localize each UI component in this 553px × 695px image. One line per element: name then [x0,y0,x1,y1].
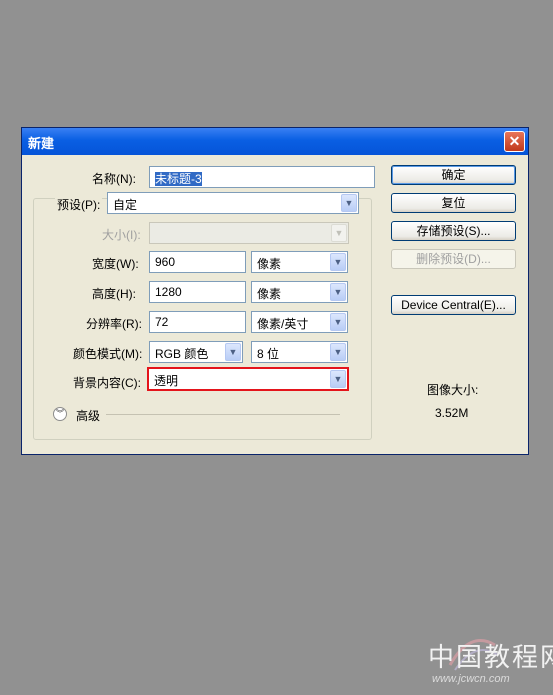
background-value: 透明 [154,374,179,388]
advanced-label[interactable]: 高级 [76,407,100,424]
color-mode-select[interactable]: RGB 颜色 ▼ [149,341,243,363]
chevron-down-icon: ▼ [331,224,347,242]
delete-preset-button[interactable]: 删除预设(D)... [391,249,516,269]
save-preset-button[interactable]: 存储预设(S)... [391,221,516,241]
advanced-divider [106,414,340,415]
title-bar[interactable]: 新建 ✕ [22,128,528,155]
height-unit-value: 像素 [257,287,282,301]
chevron-down-icon: ▼ [330,313,346,331]
new-document-dialog: 新建 ✕ 名称(N): 未标题-3 预设(P): 自定 ▼ 大小(I): ▼ 宽… [21,127,529,455]
preset-select[interactable]: 自定 ▼ [107,192,359,214]
chevron-down-icon: ▼ [330,253,346,271]
resolution-value: 72 [155,315,169,329]
size-label: 大小(I): [102,228,141,242]
color-mode-label: 颜色模式(M): [73,347,143,361]
height-value: 1280 [155,285,182,299]
height-label: 高度(H): [92,287,136,301]
image-size-label: 图像大小: [427,383,479,397]
background-contents-select[interactable]: 透明 ▼ [147,367,349,391]
watermark-site-name: 中国教程网 [428,643,553,673]
close-icon: ✕ [508,133,521,149]
chevron-down-icon: ▼ [330,343,346,361]
name-label: 名称(N): [92,172,136,186]
width-unit-select[interactable]: 像素 ▼ [251,251,348,273]
height-unit-select[interactable]: 像素 ▼ [251,281,348,303]
chevron-down-icon: ▼ [330,283,346,301]
chevron-down-icon: ▼ [330,370,346,388]
background-label: 背景内容(C): [73,376,141,390]
name-value: 未标题-3 [155,172,202,186]
resolution-input[interactable]: 72 [149,311,246,333]
close-button[interactable]: ✕ [504,131,525,152]
device-central-button[interactable]: Device Central(E)... [391,295,516,315]
width-input[interactable]: 960 [149,251,246,273]
watermark-site-url: www.jcwcn.com [432,673,510,685]
name-field[interactable]: 未标题-3 [149,166,375,188]
resolution-label: 分辨率(R): [86,317,142,331]
width-value: 960 [155,255,176,269]
height-input[interactable]: 1280 [149,281,246,303]
bit-depth-select[interactable]: 8 位 ▼ [251,341,348,363]
width-unit-value: 像素 [257,257,282,271]
ok-button[interactable]: 确定 [391,165,516,185]
reset-button[interactable]: 复位 [391,193,516,213]
image-size-value: 3.52M [435,406,469,420]
resolution-unit-select[interactable]: 像素/英寸 ▼ [251,311,348,333]
preset-value: 自定 [113,198,138,212]
bit-depth-value: 8 位 [257,347,280,361]
width-label: 宽度(W): [92,257,139,271]
double-chevron-down-icon[interactable]: ︾ [53,407,67,421]
chevron-down-icon: ▼ [341,194,357,212]
resolution-unit-value: 像素/英寸 [257,317,309,331]
color-mode-value: RGB 颜色 [155,347,209,361]
size-select[interactable]: ▼ [149,222,349,244]
preset-label: 预设(P): [55,196,103,213]
chevron-down-icon: ▼ [225,343,241,361]
dialog-title: 新建 [28,136,55,151]
